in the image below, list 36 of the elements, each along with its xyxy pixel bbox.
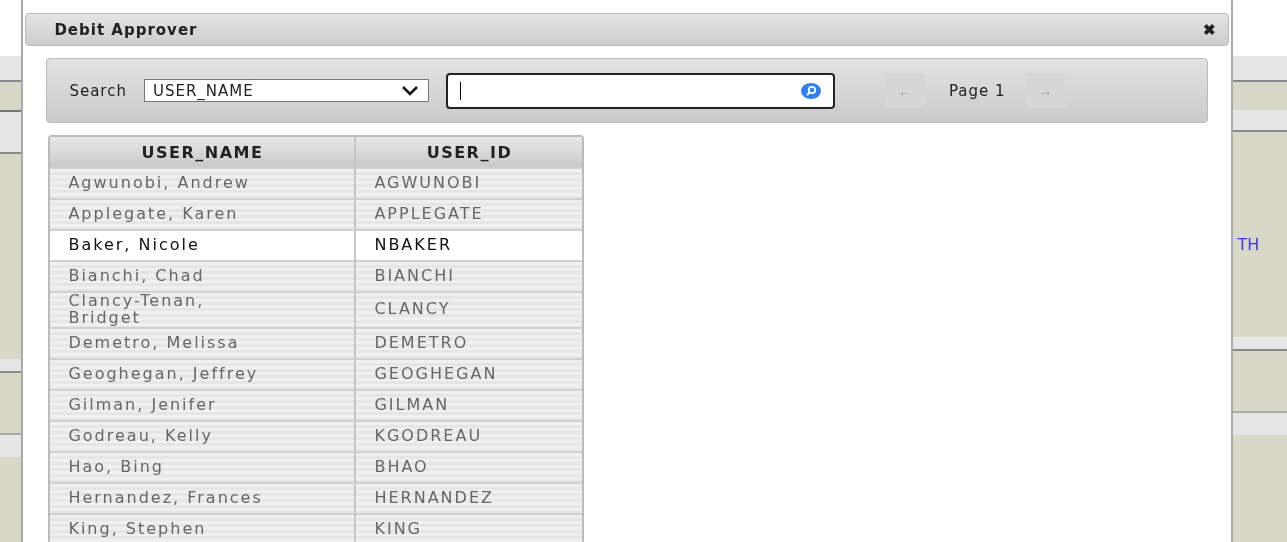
table-cell[interactable]: KGODREAU [356,419,583,451]
search-column-dropdown[interactable]: USER_NAME [143,79,429,102]
page-indicator: Page 1 [948,81,1006,100]
table-cell[interactable]: Hernandez, Frances [50,481,357,513]
chevron-down-icon [401,85,418,96]
table-cell[interactable]: GILMAN [356,388,583,420]
background-text: TH [1237,235,1260,254]
table-cell[interactable]: Demetro, Melissa [50,326,357,358]
table-cell[interactable]: BHAO [356,450,583,482]
background-panel [1233,82,1287,110]
table-cell[interactable]: Godreau, Kelly [50,419,357,451]
close-button[interactable]: ✖ [1203,20,1217,39]
search-icon [800,82,821,99]
dialog-title: Debit Approver [54,20,198,39]
table-cell[interactable]: BIANCHI [356,260,583,291]
table-cell[interactable]: Clancy-Tenan, Bridget [50,291,357,327]
search-field[interactable] [445,72,835,109]
column-header[interactable]: USER_ID [356,137,583,167]
table-cell[interactable]: DEMETRO [356,326,583,358]
search-label: Search [69,81,127,100]
table-cell[interactable]: APPLEGATE [356,198,583,229]
table-cell[interactable]: KING [356,512,583,542]
table-cell[interactable]: Agwunobi, Andrew [50,167,357,198]
background-panel [1233,56,1287,82]
table-cell[interactable]: HERNANDEZ [356,481,583,513]
table-cell[interactable]: Geoghegan, Jeffrey [50,357,357,389]
table-cell[interactable]: Bianchi, Chad [50,260,357,291]
table-cell[interactable]: Applegate, Karen [50,198,357,229]
selected-table-cell[interactable]: Baker, Nicole [50,229,357,260]
table-cell[interactable]: Hao, Bing [50,450,357,482]
table-cell[interactable]: King, Stephen [50,512,357,542]
table-cell[interactable]: AGWUNOBI [356,167,583,198]
table-cell[interactable]: Gilman, Jenifer [50,388,357,420]
table-cell[interactable]: CLANCY [356,291,583,327]
column-header[interactable]: USER_NAME [50,137,357,167]
table-cell[interactable]: GEOGHEGAN [356,357,583,389]
